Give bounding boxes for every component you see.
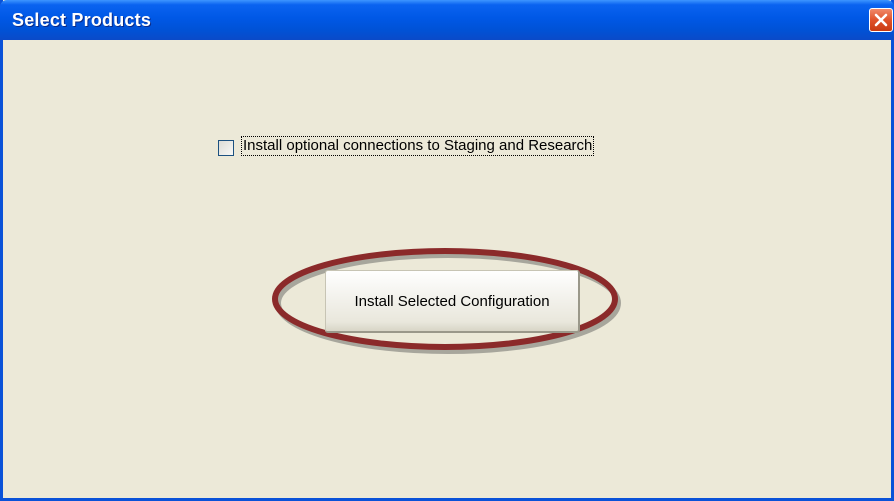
close-button[interactable] (869, 8, 893, 32)
optional-connections-checkbox[interactable] (218, 139, 234, 156)
window-title: Select Products (12, 10, 152, 30)
title-bar[interactable]: Select Products (0, 0, 894, 40)
dialog-window: Select Products Install optional connect… (0, 0, 894, 501)
close-x-icon (874, 13, 888, 27)
install-selected-configuration-button[interactable]: Install Selected Configuration (325, 270, 580, 333)
optional-connections-option[interactable]: Install optional connections to Staging … (218, 135, 595, 157)
dialog-body: Install optional connections to Staging … (3, 40, 891, 498)
optional-connections-label[interactable]: Install optional connections to Staging … (241, 136, 595, 156)
